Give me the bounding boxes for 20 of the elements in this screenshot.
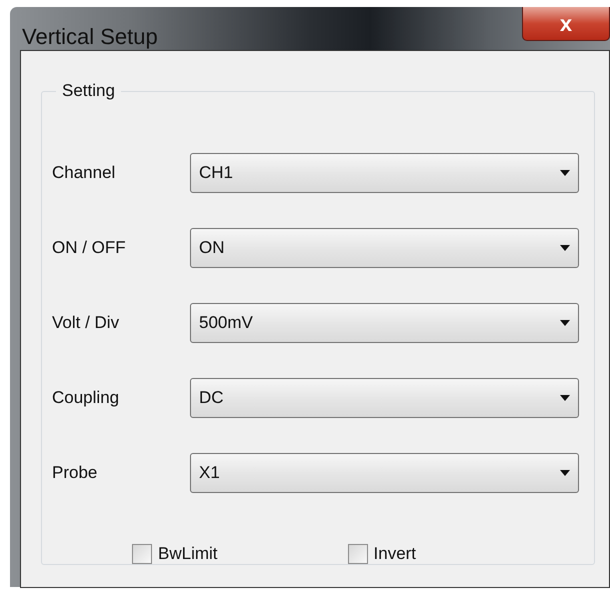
checkbox[interactable]: BwLimit <box>132 544 218 564</box>
caret-icon <box>560 470 570 476</box>
caret-icon <box>560 394 570 400</box>
group-title: Setting <box>61 81 116 101</box>
field-label: Probe <box>52 462 98 482</box>
dropdown[interactable]: ON <box>190 228 579 268</box>
close-button[interactable]: x <box>522 7 610 41</box>
dropdown[interactable]: 500mV <box>190 302 579 342</box>
field-label: Volt / Div <box>52 312 120 332</box>
checkbox[interactable]: Invert <box>348 544 416 564</box>
dropdown[interactable]: CH1 <box>190 152 579 192</box>
caret-icon <box>560 320 570 326</box>
window-title: Vertical Setup <box>22 24 158 50</box>
dropdown[interactable]: X1 <box>190 452 579 492</box>
caret-icon <box>560 244 570 250</box>
field-label: Channel <box>52 162 116 182</box>
field-label: Coupling <box>52 388 120 408</box>
dropdown[interactable]: DC <box>190 378 579 418</box>
field-label: ON / OFF <box>52 238 127 258</box>
caret-icon <box>560 170 570 176</box>
